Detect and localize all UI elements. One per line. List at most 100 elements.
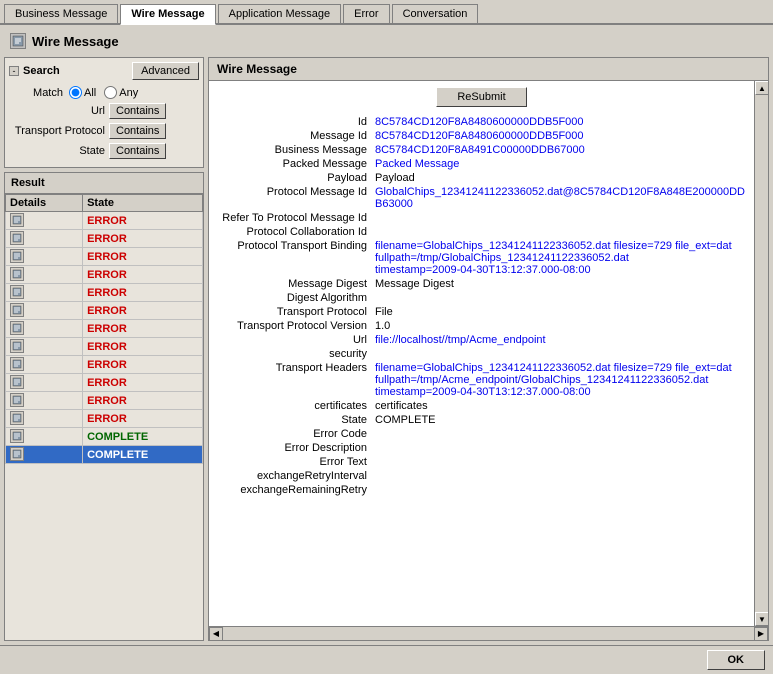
scroll-thumb[interactable] [755,95,768,612]
row-detail-icon[interactable] [10,375,24,389]
detail-key: Protocol Collaboration Id [215,225,375,239]
state-contains-button[interactable]: Contains [109,143,166,159]
search-collapse-icon[interactable]: - [9,66,19,76]
tab-conversation[interactable]: Conversation [392,4,479,23]
row-icon-cell[interactable] [6,302,83,320]
row-icon-cell[interactable] [6,248,83,266]
tab-bar: Business Message Wire Message Applicatio… [0,0,773,25]
row-icon-cell[interactable] [6,266,83,284]
detail-value: 8C5784CD120F8A8480600000DDB5F000 [375,115,748,129]
table-row[interactable]: ERROR [6,356,203,374]
state-row: State Contains [9,143,199,159]
table-row[interactable]: COMPLETE [6,428,203,446]
table-row[interactable]: ERROR [6,230,203,248]
transport-label: Transport Protocol [9,125,109,137]
detail-value [375,347,748,361]
table-row[interactable]: COMPLETE [6,446,203,464]
transport-row: Transport Protocol Contains [9,123,199,139]
col-details: Details [6,195,83,212]
transport-contains-button[interactable]: Contains [109,123,166,139]
table-row[interactable]: ERROR [6,302,203,320]
resubmit-button[interactable]: ReSubmit [436,87,526,107]
table-row[interactable]: ERROR [6,248,203,266]
row-icon-cell[interactable] [6,428,83,446]
row-detail-icon[interactable] [10,447,24,461]
row-detail-icon[interactable] [10,393,24,407]
url-contains-button[interactable]: Contains [109,103,166,119]
row-detail-icon[interactable] [10,429,24,443]
row-state: COMPLETE [83,428,203,446]
tab-error[interactable]: Error [343,4,389,23]
row-icon-cell[interactable] [6,392,83,410]
url-row: Url Contains [9,103,199,119]
table-row[interactable]: ERROR [6,410,203,428]
detail-key: State [215,413,375,427]
row-icon-cell[interactable] [6,374,83,392]
table-row[interactable]: ERROR [6,284,203,302]
detail-row: exchangeRetryInterval [215,469,748,483]
result-title: Result [5,173,203,194]
detail-row: Error Text [215,455,748,469]
col-state: State [83,195,203,212]
match-all-radio[interactable]: All [69,86,96,99]
detail-value [375,441,748,455]
table-row[interactable]: ERROR [6,374,203,392]
scroll-down-button[interactable]: ▼ [755,612,768,626]
row-detail-icon[interactable] [10,339,24,353]
row-detail-icon[interactable] [10,267,24,281]
row-detail-icon[interactable] [10,285,24,299]
row-detail-icon[interactable] [10,249,24,263]
detail-row: Urlfile://localhost//tmp/Acme_endpoint [215,333,748,347]
row-icon-cell[interactable] [6,446,83,464]
table-row[interactable]: ERROR [6,212,203,230]
table-row[interactable]: ERROR [6,338,203,356]
detail-key: Protocol Transport Binding [215,239,375,277]
row-detail-icon[interactable] [10,321,24,335]
row-icon-cell[interactable] [6,320,83,338]
scroll-right-button[interactable]: ▶ [754,627,768,641]
row-detail-icon[interactable] [10,231,24,245]
table-row[interactable]: ERROR [6,266,203,284]
detail-key: Transport Protocol [215,305,375,319]
row-icon-cell[interactable] [6,230,83,248]
scroll-up-button[interactable]: ▲ [755,81,768,95]
ok-button[interactable]: OK [707,650,766,670]
scroll-left-button[interactable]: ◀ [209,627,223,641]
detail-row: Id8C5784CD120F8A8480600000DDB5F000 [215,115,748,129]
h-scroll-track[interactable] [223,627,754,641]
row-state: ERROR [83,284,203,302]
row-icon-cell[interactable] [6,212,83,230]
detail-key: Refer To Protocol Message Id [215,211,375,225]
table-row[interactable]: ERROR [6,392,203,410]
row-icon-cell[interactable] [6,284,83,302]
state-label: State [9,145,109,157]
advanced-button[interactable]: Advanced [132,62,199,80]
detail-key: Digest Algorithm [215,291,375,305]
row-icon-cell[interactable] [6,410,83,428]
row-detail-icon[interactable] [10,213,24,227]
row-detail-icon[interactable] [10,357,24,371]
detail-key: Message Digest [215,277,375,291]
tab-wire-message[interactable]: Wire Message [120,4,215,25]
detail-row: security [215,347,748,361]
row-detail-icon[interactable] [10,303,24,317]
vertical-scrollbar[interactable]: ▲ ▼ [754,81,768,626]
detail-key: exchangeRetryInterval [215,469,375,483]
row-icon-cell[interactable] [6,338,83,356]
detail-value: 8C5784CD120F8A8480600000DDB5F000 [375,129,748,143]
row-icon-cell[interactable] [6,356,83,374]
tab-application-message[interactable]: Application Message [218,4,342,23]
row-state: ERROR [83,356,203,374]
match-any-radio[interactable]: Any [104,86,138,99]
detail-scroll[interactable]: ReSubmit Id8C5784CD120F8A8480600000DDB5F… [209,81,754,626]
horizontal-scrollbar[interactable]: ◀ ▶ [209,626,768,640]
detail-row: certificatescertificates [215,399,748,413]
detail-row: Protocol Message IdGlobalChips_123412411… [215,185,748,211]
table-row[interactable]: ERROR [6,320,203,338]
detail-key: Id [215,115,375,129]
tab-business-message[interactable]: Business Message [4,4,118,23]
row-detail-icon[interactable] [10,411,24,425]
url-label: Url [9,105,109,117]
detail-row: Packed MessagePacked Message [215,157,748,171]
detail-value: certificates [375,399,748,413]
